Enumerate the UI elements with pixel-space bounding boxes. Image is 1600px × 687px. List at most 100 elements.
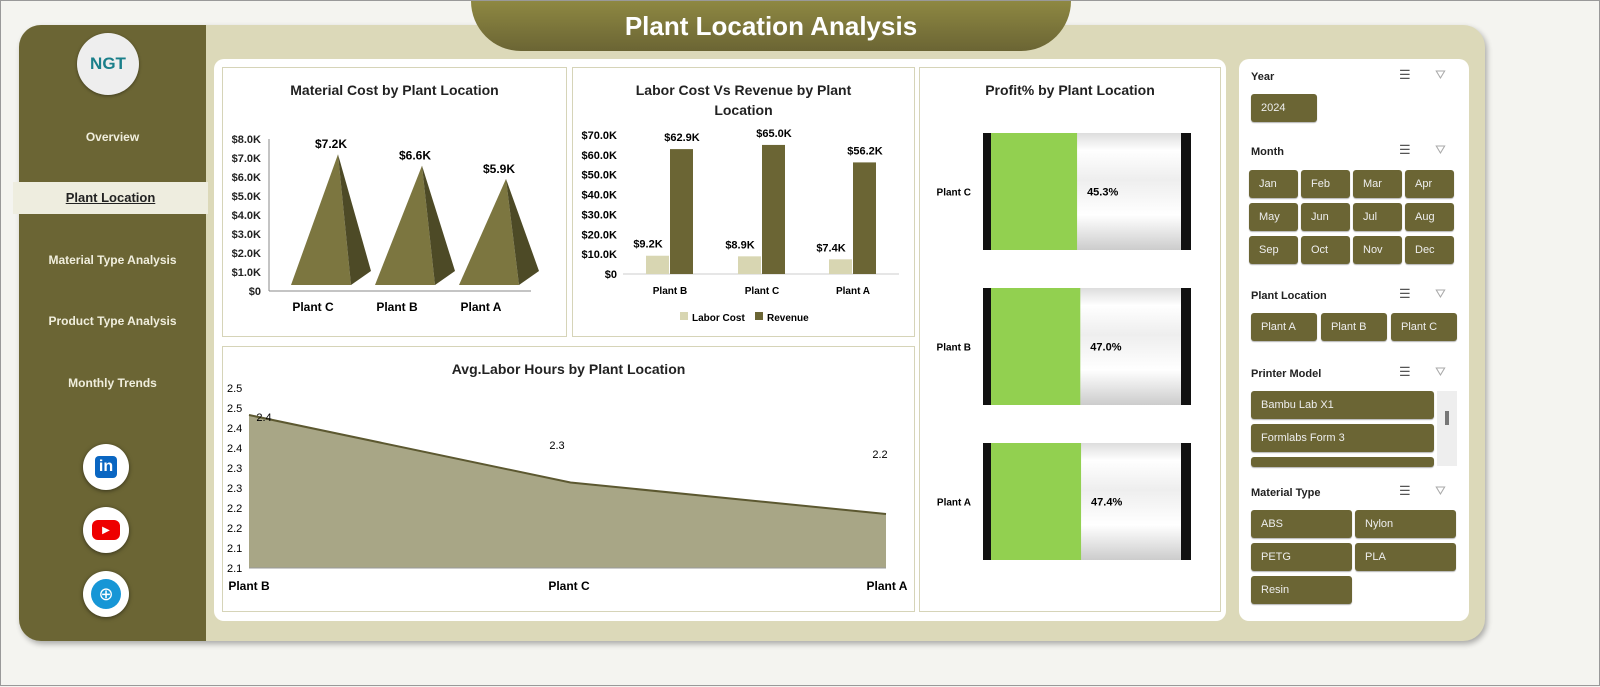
track-cap-right bbox=[1181, 443, 1191, 560]
slicer-title: Month bbox=[1251, 146, 1284, 158]
bar-labor-cost bbox=[646, 255, 669, 274]
slicer-item[interactable]: PETG bbox=[1251, 543, 1352, 571]
data-label: $7.2K bbox=[315, 137, 347, 151]
bar-revenue bbox=[762, 144, 785, 274]
y-tick-label: $0 bbox=[249, 286, 261, 298]
slicer-panel: Year ☰ ⛛ 2024 Month ☰ ⛛ Jan Feb Mar Apr May Jun Jul Au… bbox=[1239, 59, 1469, 621]
data-label: $56.2K bbox=[847, 145, 883, 157]
y-tick-label: $6.0K bbox=[232, 172, 261, 184]
profit-bar bbox=[991, 288, 1081, 405]
x-tick-label: Plant B bbox=[653, 286, 687, 297]
multi-select-icon[interactable]: ☰ bbox=[1399, 142, 1411, 158]
slicer-item[interactable]: Oct bbox=[1301, 236, 1350, 264]
y-tick-label: 2.4 bbox=[227, 443, 242, 455]
y-tick-label: $20.0K bbox=[582, 229, 618, 241]
slicer-item[interactable]: Dec bbox=[1405, 236, 1454, 264]
data-label: 2.3 bbox=[549, 440, 564, 452]
slicer-item[interactable]: Nov bbox=[1353, 236, 1402, 264]
legend-label: Labor Cost bbox=[692, 313, 745, 324]
profit-bar bbox=[991, 133, 1078, 250]
x-tick-label: Plant A bbox=[461, 300, 502, 314]
y-tick-label: $40.0K bbox=[582, 190, 618, 202]
y-tick-label: 2.1 bbox=[227, 563, 242, 575]
y-tick-label: 2.2 bbox=[227, 523, 242, 535]
slicer-item[interactable]: Plant B bbox=[1321, 313, 1387, 341]
y-tick-label: $50.0K bbox=[582, 170, 618, 182]
data-label: 2.4 bbox=[256, 412, 271, 424]
y-tick-label: $4.0K bbox=[232, 210, 261, 222]
data-label: $6.6K bbox=[399, 149, 431, 163]
y-tick-label: $2.0K bbox=[232, 248, 261, 260]
multi-select-icon[interactable]: ☰ bbox=[1399, 483, 1411, 499]
legend-swatch bbox=[680, 312, 688, 320]
y-tick-label: Plant C bbox=[937, 188, 971, 199]
y-tick-label: 2.2 bbox=[227, 503, 242, 515]
x-tick-label: Plant A bbox=[836, 286, 870, 297]
scrollbar[interactable] bbox=[1437, 391, 1457, 466]
slicer-item[interactable]: Jun bbox=[1301, 203, 1350, 231]
slicer-item[interactable]: ABS bbox=[1251, 510, 1352, 538]
track-cap-left bbox=[983, 133, 992, 250]
y-tick-label: 2.3 bbox=[227, 483, 242, 495]
scrollbar-thumb[interactable] bbox=[1445, 411, 1449, 425]
data-label: $5.9K bbox=[483, 162, 515, 176]
data-label: $9.2K bbox=[633, 239, 662, 251]
slicer-item[interactable]: Formlabs Form 3 bbox=[1251, 424, 1434, 452]
slicer-item[interactable]: Feb bbox=[1301, 170, 1350, 198]
y-tick-label: $3.0K bbox=[232, 229, 261, 241]
multi-select-icon[interactable]: ☰ bbox=[1399, 364, 1411, 380]
data-label: $62.9K bbox=[664, 132, 700, 144]
y-tick-label: $10.0K bbox=[582, 249, 618, 261]
area-fill bbox=[249, 415, 886, 568]
slicer-item[interactable]: Plant A bbox=[1251, 313, 1317, 341]
slicer-item[interactable]: Jul bbox=[1353, 203, 1402, 231]
y-tick-label: $5.0K bbox=[232, 191, 261, 203]
bar-revenue bbox=[670, 149, 693, 274]
bar-revenue bbox=[853, 162, 876, 274]
y-tick-label: $30.0K bbox=[582, 209, 618, 221]
y-tick-label: 2.4 bbox=[227, 423, 242, 435]
x-tick-label: Plant C bbox=[745, 286, 779, 297]
slicer-title: Printer Model bbox=[1251, 368, 1322, 380]
multi-select-icon[interactable]: ☰ bbox=[1399, 286, 1411, 302]
slicer-item[interactable]: May bbox=[1249, 203, 1298, 231]
track-cap-right bbox=[1181, 288, 1191, 405]
y-tick-label: $8.0K bbox=[232, 134, 261, 146]
slicer-item[interactable]: Aug bbox=[1405, 203, 1454, 231]
slicer-item[interactable]: Resin bbox=[1251, 576, 1352, 604]
y-tick-label: $70.0K bbox=[582, 130, 618, 142]
clear-filter-icon[interactable]: ⛛ bbox=[1435, 364, 1446, 380]
slicer-item[interactable] bbox=[1251, 457, 1434, 467]
x-tick-label: Plant A bbox=[867, 579, 908, 593]
clear-filter-icon[interactable]: ⛛ bbox=[1435, 483, 1446, 499]
data-label: 47.4% bbox=[1091, 497, 1122, 509]
slicer-item[interactable]: Plant C bbox=[1391, 313, 1457, 341]
y-tick-label: $1.0K bbox=[232, 267, 261, 279]
y-tick-label: Plant B bbox=[937, 343, 971, 354]
slicer-item[interactable]: PLA bbox=[1355, 543, 1456, 571]
y-tick-label: $7.0K bbox=[232, 153, 261, 165]
slicer-item[interactable]: Sep bbox=[1249, 236, 1298, 264]
profit-bar bbox=[991, 443, 1082, 560]
data-label: $8.9K bbox=[725, 239, 754, 251]
clear-filter-icon[interactable]: ⛛ bbox=[1435, 67, 1446, 83]
slicer-item[interactable]: Jan bbox=[1249, 170, 1298, 198]
multi-select-icon[interactable]: ☰ bbox=[1399, 67, 1411, 83]
slicer-item[interactable]: Apr bbox=[1405, 170, 1454, 198]
y-tick-label: Plant A bbox=[937, 498, 971, 509]
slicer-item[interactable]: 2024 bbox=[1251, 94, 1317, 122]
x-tick-label: Plant B bbox=[376, 300, 418, 314]
data-label: 47.0% bbox=[1090, 342, 1121, 354]
y-tick-label: 2.1 bbox=[227, 543, 242, 555]
slicer-item[interactable]: Nylon bbox=[1355, 510, 1456, 538]
y-tick-label: $0 bbox=[605, 269, 617, 281]
bar-labor-cost bbox=[738, 256, 761, 274]
x-tick-label: Plant B bbox=[228, 579, 270, 593]
data-label: 2.2 bbox=[872, 449, 887, 461]
slicer-item[interactable]: Mar bbox=[1353, 170, 1402, 198]
clear-filter-icon[interactable]: ⛛ bbox=[1435, 142, 1446, 158]
clear-filter-icon[interactable]: ⛛ bbox=[1435, 286, 1446, 302]
slicer-item[interactable]: Bambu Lab X1 bbox=[1251, 391, 1434, 419]
bar-labor-cost bbox=[829, 259, 852, 274]
data-label: 45.3% bbox=[1087, 187, 1118, 199]
